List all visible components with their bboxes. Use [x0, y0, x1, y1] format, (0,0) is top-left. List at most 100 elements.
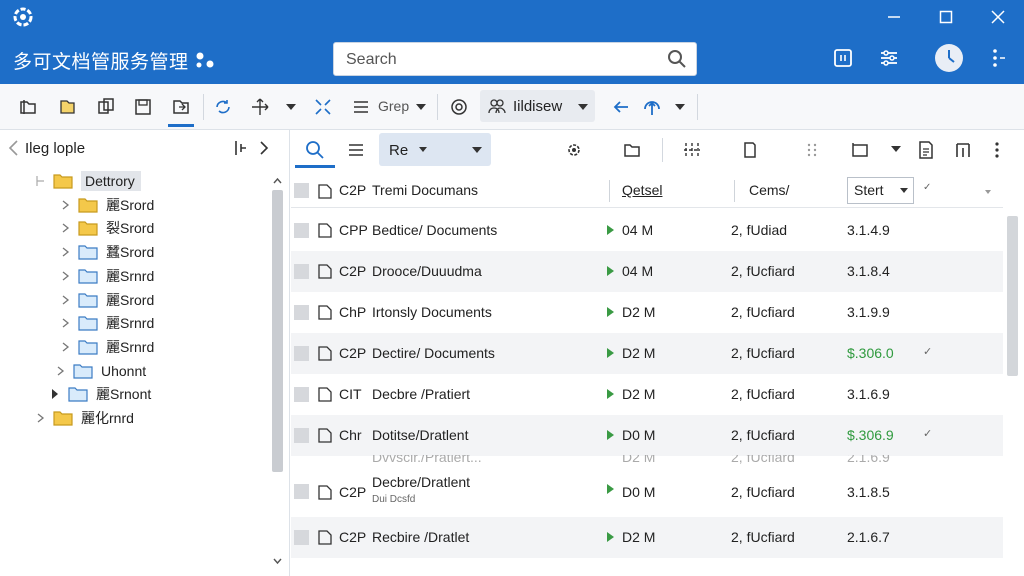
tree-item[interactable]: Dettrory: [35, 170, 141, 192]
pin-icon[interactable]: [232, 139, 248, 157]
sort-caret[interactable]: [900, 188, 908, 193]
search-box[interactable]: [333, 42, 697, 76]
move-dropdown-caret[interactable]: [286, 104, 296, 110]
row-checkbox[interactable]: [294, 346, 309, 361]
chevron-right-icon[interactable]: [50, 388, 60, 400]
drag-handle[interactable]: [801, 139, 823, 161]
resize-button[interactable]: [312, 96, 334, 118]
tree-item[interactable]: 麗Srnrd: [60, 312, 154, 334]
new-folder-button[interactable]: [17, 96, 39, 118]
chevron-right-icon[interactable]: [60, 270, 70, 282]
play-icon[interactable]: [607, 225, 614, 235]
play-icon[interactable]: [607, 307, 614, 317]
chevron-right-icon[interactable]: [55, 365, 65, 377]
share-icon[interactable]: [194, 50, 216, 70]
play-icon[interactable]: [607, 266, 614, 276]
table-row[interactable]: C2P Decbre/Dratlent Dui Dcsfd D0 M 2, fUcfia…: [291, 468, 1003, 517]
chevron-right-icon[interactable]: [35, 412, 45, 424]
chevron-right-icon[interactable]: [60, 341, 70, 353]
row-checkbox[interactable]: [294, 484, 309, 499]
column-divider[interactable]: [609, 180, 610, 202]
tree-item[interactable]: 麗Srord: [60, 194, 154, 216]
tree-item[interactable]: 麗Srnont: [50, 383, 151, 405]
table-row[interactable]: Chr Dotitse/Dratlent D0 M 2, fUcfiard $.306.…: [291, 415, 1003, 456]
play-icon[interactable]: [607, 532, 614, 542]
settings-sliders-icon[interactable]: [878, 47, 900, 69]
col-options-caret[interactable]: [985, 190, 991, 194]
window-panel-icon[interactable]: [832, 47, 854, 69]
col-size-header[interactable]: Qetsel: [622, 182, 662, 198]
scroll-up-icon[interactable]: [272, 176, 283, 186]
tree-item[interactable]: 蠶Srord: [60, 241, 154, 263]
close-button[interactable]: [972, 0, 1024, 34]
tree-scrollbar[interactable]: [270, 172, 285, 572]
list-scrollbar-thumb[interactable]: [1007, 216, 1018, 376]
tree-scrollbar-thumb[interactable]: [272, 190, 283, 472]
more-options-icon[interactable]: [984, 47, 1006, 69]
table-row[interactable]: ChP Irtonsly Documents D2 M 2, fUcfiard 3.1.…: [291, 292, 1003, 333]
tree-item[interactable]: 裂Srord: [60, 217, 154, 239]
filter-dropdown[interactable]: Re: [379, 133, 491, 166]
column-divider[interactable]: [734, 180, 735, 202]
row-checkbox[interactable]: [294, 223, 309, 238]
play-icon[interactable]: [607, 348, 614, 358]
col-name-header[interactable]: Tremi Documans: [372, 182, 478, 198]
tree-item[interactable]: 麗Srnrd: [60, 336, 154, 358]
chevron-right-icon[interactable]: [258, 139, 270, 157]
table-row[interactable]: CPP Bedtice/ Documents 04 M 2, fUdiad 3.1.4.…: [291, 210, 1003, 251]
chevron-right-icon[interactable]: [60, 246, 70, 258]
list-more-button[interactable]: [986, 139, 1008, 161]
menu-button[interactable]: [345, 139, 367, 161]
table-row[interactable]: C2P Recbire /Dratlet D2 M 2, fUcfiard 2.1.6.…: [291, 517, 1003, 558]
table-row[interactable]: C2P Drooce/Duuudma 04 M 2, fUcfiard 3.1.8.4: [291, 251, 1003, 292]
move-button[interactable]: [249, 96, 271, 118]
row-checkbox[interactable]: [294, 530, 309, 545]
avatar[interactable]: [935, 44, 963, 72]
tree-item[interactable]: Uhonnt: [55, 360, 146, 382]
upload-button[interactable]: [641, 96, 663, 118]
col-prefix-header[interactable]: C2P: [339, 182, 366, 198]
chevron-right-icon[interactable]: [60, 294, 70, 306]
chevron-right-icon[interactable]: [60, 199, 70, 211]
settings-button[interactable]: [563, 139, 585, 161]
play-icon[interactable]: [607, 430, 614, 440]
maximize-button[interactable]: [920, 0, 972, 34]
export-button[interactable]: [952, 139, 974, 161]
row-checkbox[interactable]: [294, 428, 309, 443]
save-button[interactable]: [132, 96, 154, 118]
document-button[interactable]: [915, 139, 937, 161]
list-button[interactable]: [350, 96, 372, 118]
list-scrollbar[interactable]: [1004, 172, 1021, 576]
play-icon[interactable]: [607, 389, 614, 399]
select-all-checkbox[interactable]: [294, 183, 309, 198]
grep-label[interactable]: Grep: [378, 98, 409, 114]
folder-button[interactable]: [621, 139, 643, 161]
minimize-button[interactable]: [868, 0, 920, 34]
nav-dropdown-caret[interactable]: [675, 104, 685, 110]
search-icon[interactable]: [667, 49, 687, 69]
chevron-left-icon[interactable]: [6, 139, 20, 157]
tree-item[interactable]: 麗Srord: [60, 289, 154, 311]
play-icon[interactable]: [607, 484, 614, 494]
row-checkbox[interactable]: [294, 264, 309, 279]
copy-button[interactable]: [95, 96, 117, 118]
table-row[interactable]: C2P Dectire/ Documents D2 M 2, fUcfiard $.30…: [291, 333, 1003, 374]
table-row[interactable]: CIT Decbre /Pratiert D2 M 2, fUcfiard 3.1.6.…: [291, 374, 1003, 415]
search-input[interactable]: [346, 49, 656, 71]
layout-button[interactable]: [849, 139, 871, 161]
chevron-right-icon[interactable]: [60, 222, 70, 234]
split-button[interactable]: [681, 139, 703, 161]
open-folder-button[interactable]: [57, 96, 79, 118]
layout-dropdown-caret[interactable]: [891, 146, 901, 152]
row-checkbox[interactable]: [294, 305, 309, 320]
tree-line-icon[interactable]: [35, 175, 45, 187]
chevron-right-icon[interactable]: [60, 317, 70, 329]
sync-button[interactable]: [212, 96, 234, 118]
col-owner-header[interactable]: Cems/: [749, 182, 789, 198]
tree-item[interactable]: 麗Srnrd: [60, 265, 154, 287]
row-checkbox[interactable]: [294, 387, 309, 402]
list-search-button[interactable]: [304, 139, 326, 161]
scroll-down-icon[interactable]: [272, 556, 283, 566]
target-button[interactable]: [448, 96, 470, 118]
bookmark-button[interactable]: [739, 139, 761, 161]
